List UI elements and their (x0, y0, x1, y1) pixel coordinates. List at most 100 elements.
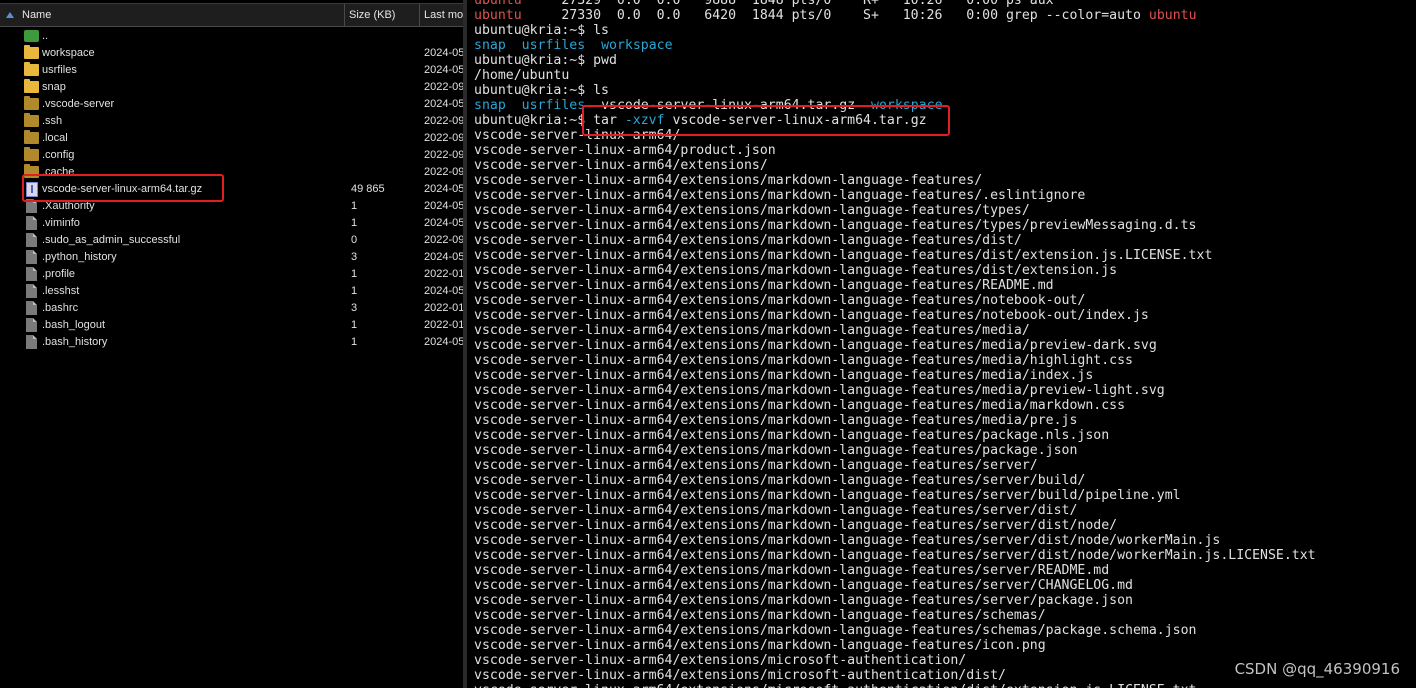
ps-rest: 27329 0.0 0.0 9888 1848 pts/0 R+ 10:26 0… (521, 0, 1054, 8)
terminal-line: vscode-server-linux-arm64/extensions/mar… (474, 248, 1213, 263)
file-row[interactable]: .local 2022-09 (0, 130, 463, 147)
terminal-line: vscode-server-linux-arm64/extensions/mar… (474, 338, 1157, 353)
file-icon (26, 284, 37, 298)
terminal-line: ubuntu@kria:~$ pwd (474, 53, 1316, 68)
terminal-line: vscode-server-linux-arm64/extensions/mar… (474, 578, 1133, 593)
folder-icon (24, 147, 39, 161)
terminal-window[interactable]: ubuntu 27329 0.0 0.0 9888 1848 pts/0 R+ … (467, 0, 1416, 688)
file-size: 1 (351, 336, 358, 348)
file-row[interactable]: .config 2022-09 (0, 147, 463, 164)
terminal-line: vscode-server-linux-arm64/extensions/mar… (474, 623, 1197, 638)
file-date: 2022-09 (424, 166, 463, 178)
terminal-line: vscode-server-linux-arm64/extensions/mic… (474, 683, 1316, 688)
terminal-line: vscode-server-linux-arm64/extensions/mar… (474, 413, 1078, 428)
folder-icon (24, 62, 39, 76)
ls-entry: snap (474, 38, 506, 53)
file-size: 49 865 (351, 183, 385, 195)
terminal-line: /home/ubuntu (474, 68, 1316, 83)
column-name-header[interactable]: Name (0, 4, 345, 26)
terminal-line: vscode-server-linux-arm64/extensions/mar… (474, 398, 1126, 413)
folder-icon (24, 113, 39, 127)
file-icon (26, 233, 37, 247)
ps-rest: 27330 0.0 0.0 6420 1844 pts/0 S+ 10:26 0… (521, 8, 1149, 23)
terminal-line: vscode-server-linux-arm64/extensions/mar… (474, 188, 1086, 203)
file-row[interactable]: .bash_history 1 2024-05 (0, 334, 463, 351)
terminal-line: vscode-server-linux-arm64/extensions/mar… (474, 533, 1221, 548)
file-name: .profile (42, 268, 76, 280)
file-row[interactable]: .lesshst 1 2024-05 (0, 283, 463, 300)
file-row[interactable]: .viminfo 1 2024-05 (0, 215, 463, 232)
terminal-line: vscode-server-linux-arm64/extensions/mar… (474, 608, 1046, 623)
column-modified-label: Last mo (424, 9, 463, 21)
file-row[interactable]: usrfiles 2024-05 (0, 62, 463, 79)
terminal-line: vscode-server-linux-arm64/extensions/mar… (474, 203, 1030, 218)
terminal-line: ubuntu 27330 0.0 0.0 6420 1844 pts/0 S+ … (474, 8, 1316, 23)
terminal-line: vscode-server-linux-arm64/extensions/mar… (474, 368, 1094, 383)
file-name: .bash_logout (42, 319, 105, 331)
highlight-box-command (582, 105, 950, 136)
file-size: 1 (351, 268, 358, 280)
file-date: 2024-05 (424, 251, 463, 263)
file-row[interactable]: .ssh 2022-09 (0, 113, 463, 130)
pwd-output: /home/ubuntu (474, 68, 570, 83)
file-size: 1 (351, 200, 358, 212)
folder-icon (24, 96, 39, 110)
file-row[interactable]: .sudo_as_admin_successful 0 2022-09 (0, 232, 463, 249)
file-size: 1 (351, 217, 358, 229)
file-row[interactable]: snap 2022-09 (0, 79, 463, 96)
terminal-line: vscode-server-linux-arm64/extensions/mar… (474, 218, 1197, 233)
watermark: CSDN @qq_46390916 (1234, 660, 1400, 678)
column-modified-header[interactable]: Last mo (420, 4, 463, 26)
file-name: .viminfo (42, 217, 80, 229)
column-size-header[interactable]: Size (KB) (345, 4, 420, 26)
terminal-line: vscode-server-linux-arm64/extensions/mar… (474, 383, 1165, 398)
terminal-line: vscode-server-linux-arm64/extensions/mar… (474, 353, 1133, 368)
file-icon (26, 301, 37, 315)
file-name: .python_history (42, 251, 117, 263)
file-date: 2022-09 (424, 149, 463, 161)
file-name: usrfiles (42, 64, 77, 76)
terminal-line: vscode-server-linux-arm64/extensions/mar… (474, 443, 1078, 458)
terminal-line: vscode-server-linux-arm64/extensions/mar… (474, 308, 1149, 323)
ls-entry: usrfiles (521, 38, 586, 53)
grep-match: ubuntu (1148, 8, 1197, 23)
terminal-line: vscode-server-linux-arm64/extensions/mar… (474, 638, 1046, 653)
file-row[interactable]: .. (0, 28, 463, 45)
file-name: .sudo_as_admin_successful (42, 234, 181, 246)
file-row[interactable]: .bash_logout 1 2022-01 (0, 317, 463, 334)
file-date: 2022-01 (424, 302, 463, 314)
file-name: workspace (42, 47, 95, 59)
file-row[interactable]: .vscode-server 2024-05 (0, 96, 463, 113)
terminal-line: vscode-server-linux-arm64/extensions/mar… (474, 473, 1086, 488)
column-header: Name Size (KB) Last mo (0, 3, 463, 27)
file-date: 2024-05 (424, 200, 463, 212)
ps-user: ubuntu (474, 8, 522, 23)
terminal-line: vscode-server-linux-arm64/extensions/ (474, 158, 768, 173)
prompt: ubuntu@kria:~$ (474, 113, 594, 128)
prompt: ubuntu@kria:~$ (474, 23, 594, 38)
terminal-line: vscode-server-linux-arm64/extensions/mar… (474, 518, 1118, 533)
ls-entry: snap (474, 98, 506, 113)
file-icon (26, 318, 37, 332)
file-date: 2024-05 (424, 64, 463, 76)
terminal-line: vscode-server-linux-arm64/extensions/mic… (474, 668, 1006, 683)
file-row[interactable]: .python_history 3 2024-05 (0, 249, 463, 266)
file-row[interactable]: .profile 1 2022-01 (0, 266, 463, 283)
file-size: 3 (351, 251, 358, 263)
file-size: 0 (351, 234, 358, 246)
file-name: .bashrc (42, 302, 79, 314)
file-icon (26, 216, 37, 230)
ps-user: ubuntu (474, 0, 522, 8)
command: pwd (593, 53, 617, 68)
file-row[interactable]: .bashrc 3 2022-01 (0, 300, 463, 317)
terminal-line: vscode-server-linux-arm64/extensions/mar… (474, 458, 1038, 473)
folder-icon (24, 130, 39, 144)
ls-entry: workspace (601, 38, 673, 53)
file-size: 1 (351, 285, 358, 297)
terminal-line: vscode-server-linux-arm64/extensions/mar… (474, 278, 1054, 293)
file-row[interactable]: workspace 2024-05 (0, 45, 463, 62)
file-name: .lesshst (42, 285, 80, 297)
sort-ascending-icon (6, 12, 14, 18)
file-icon (26, 335, 37, 349)
file-date: 2024-05 (424, 183, 463, 195)
